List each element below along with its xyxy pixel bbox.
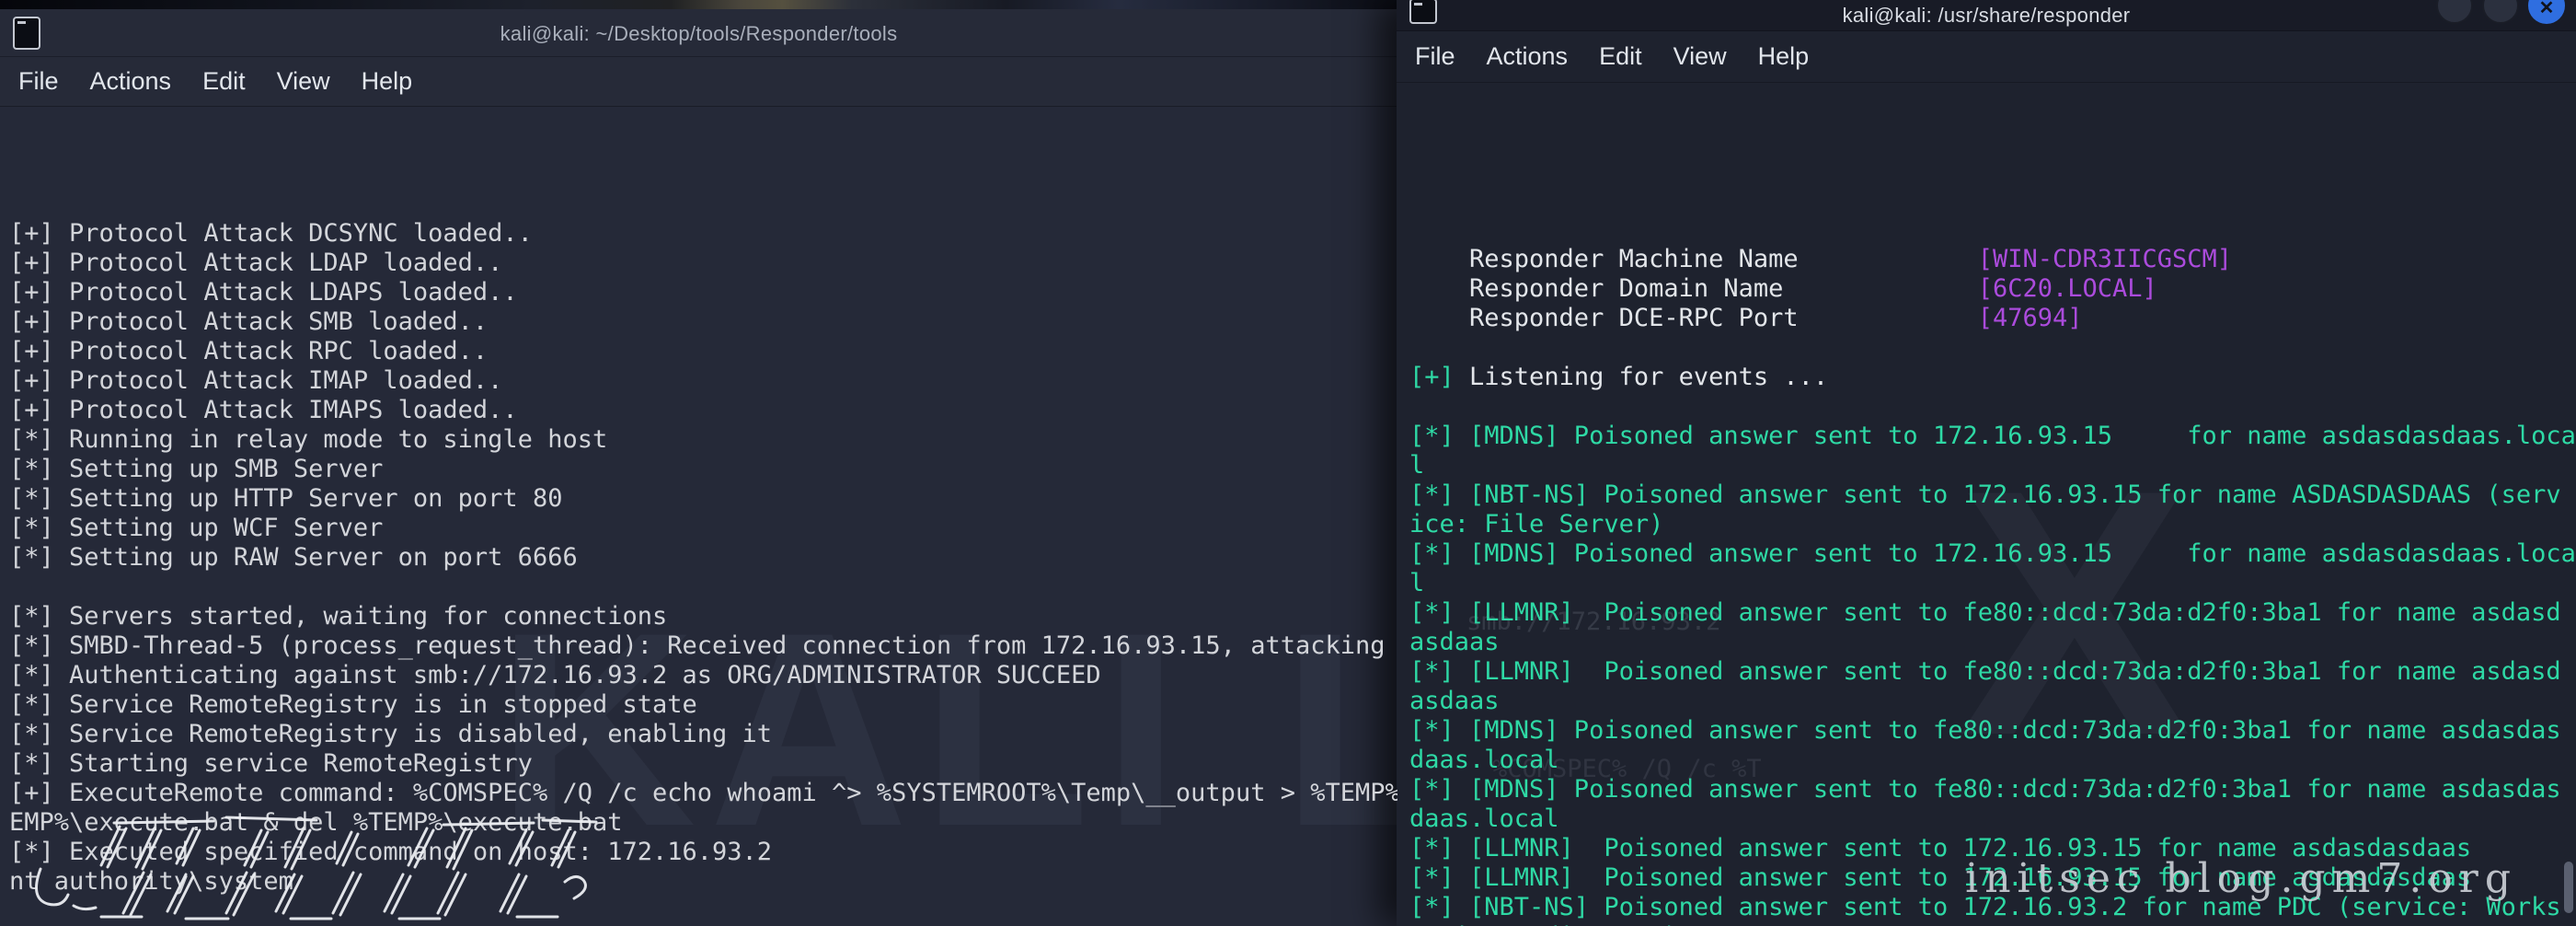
terminal-window-right: kali@kali: /usr/share/responder File Act… xyxy=(1397,0,2576,926)
terminal-line: [*] Running in relay mode to single host xyxy=(9,425,1397,455)
window-buttons xyxy=(2436,0,2565,24)
terminal-line: tation/Redirector) xyxy=(1409,922,2576,926)
terminal-icon[interactable] xyxy=(1409,0,1437,24)
terminal-line xyxy=(1409,392,2576,422)
terminal-line xyxy=(9,573,1397,602)
terminal-line: [*] [MDNS] Poisoned answer sent to fe80:… xyxy=(1409,716,2576,746)
menu-actions[interactable]: Actions xyxy=(1487,42,1569,71)
terminal-line: [*] Setting up RAW Server on port 6666 xyxy=(9,543,1397,573)
terminal-line: [*] SMBD-Thread-5 (process_request_threa… xyxy=(9,631,1397,661)
terminal-line: [+] Protocol Attack IMAPS loaded.. xyxy=(9,396,1397,425)
terminal-window-left: kali@kali: ~/Desktop/tools/Responder/too… xyxy=(0,9,1397,926)
terminal-line: [*] Starting service RemoteRegistry xyxy=(9,749,1397,779)
menu-edit[interactable]: Edit xyxy=(1599,42,1642,71)
scrollbar-track xyxy=(2563,0,2574,926)
terminal-line: asdaas xyxy=(1409,628,2576,657)
menu-edit[interactable]: Edit xyxy=(202,67,246,96)
terminal-line: [+] Protocol Attack SMB loaded.. xyxy=(9,307,1397,337)
terminal-line: [+] Protocol Attack LDAP loaded.. xyxy=(9,249,1397,278)
menu-help[interactable]: Help xyxy=(1758,42,1810,71)
left-terminal-output[interactable]: KALI LI [+] Protocol Attack DCSYNC loade… xyxy=(0,107,1397,925)
left-titlebar[interactable]: kali@kali: ~/Desktop/tools/Responder/too… xyxy=(0,9,1397,57)
terminal-line: [*] Setting up HTTP Server on port 80 xyxy=(9,484,1397,514)
terminal-line: [*] Service RemoteRegistry is in stopped… xyxy=(9,690,1397,720)
terminal-line: Responder DCE-RPC Port [47694] xyxy=(1409,304,2576,333)
terminal-line: [*] Servers started, waiting for connect… xyxy=(9,602,1397,631)
terminal-line: [+] Protocol Attack IMAP loaded.. xyxy=(9,366,1397,396)
menu-actions[interactable]: Actions xyxy=(90,67,172,96)
blog-watermark: initsec blog.gm7.org xyxy=(1965,855,2517,902)
terminal-line: asdaas xyxy=(1409,687,2576,716)
terminal-line: [+] Protocol Attack RPC loaded.. xyxy=(9,337,1397,366)
terminal-icon[interactable] xyxy=(13,17,40,50)
terminal-line: Responder Machine Name [WIN-CDR3IICGSCM] xyxy=(1409,245,2576,274)
terminal-line: daas.local xyxy=(1409,804,2576,834)
scrollbar-thumb[interactable] xyxy=(2564,862,2573,913)
menu-view[interactable]: View xyxy=(1673,42,1727,71)
signature-scribble-watermark xyxy=(13,810,638,924)
menu-file[interactable]: File xyxy=(18,67,59,96)
terminal-line: [+] Listening for events ... xyxy=(1409,363,2576,392)
terminal-line: [*] [LLMNR] Poisoned answer sent to fe80… xyxy=(1409,598,2576,628)
terminal-line: [+] Protocol Attack DCSYNC loaded.. xyxy=(9,219,1397,249)
terminal-line: ice: File Server) xyxy=(1409,510,2576,539)
right-titlebar[interactable]: kali@kali: /usr/share/responder xyxy=(1397,0,2576,31)
desktop: { "colors": { "terminal_green": "#2ed9a5… xyxy=(0,0,2576,926)
right-menubar: File Actions Edit View Help xyxy=(1397,31,2576,83)
left-menubar: File Actions Edit View Help xyxy=(0,57,1397,107)
right-terminal-output[interactable]: X smb://172.16.93.2 %COMSPEC% /Q /c %T R… xyxy=(1397,83,2576,926)
minimize-button[interactable] xyxy=(2436,0,2473,24)
terminal-line: daas.local xyxy=(1409,746,2576,775)
maximize-button[interactable] xyxy=(2482,0,2519,24)
terminal-line: [*] [MDNS] Poisoned answer sent to fe80:… xyxy=(1409,775,2576,804)
terminal-line: [+] Protocol Attack LDAPS loaded.. xyxy=(9,278,1397,307)
terminal-line: [+] ExecuteRemote command: %COMSPEC% /Q … xyxy=(9,779,1397,808)
terminal-line: [*] [MDNS] Poisoned answer sent to 172.1… xyxy=(1409,422,2576,451)
menu-file[interactable]: File xyxy=(1415,42,1455,71)
menu-help[interactable]: Help xyxy=(362,67,413,96)
right-window-title: kali@kali: /usr/share/responder xyxy=(1397,4,2576,28)
terminal-line: [*] Setting up WCF Server xyxy=(9,514,1397,543)
terminal-line: [*] Service RemoteRegistry is disabled, … xyxy=(9,720,1397,749)
terminal-line: l xyxy=(1409,569,2576,598)
left-window-title: kali@kali: ~/Desktop/tools/Responder/too… xyxy=(0,22,1397,46)
terminal-line xyxy=(1409,333,2576,363)
close-button[interactable] xyxy=(2528,0,2565,24)
menu-view[interactable]: View xyxy=(277,67,330,96)
terminal-line: [*] [MDNS] Poisoned answer sent to 172.1… xyxy=(1409,539,2576,569)
terminal-line: [*] Authenticating against smb://172.16.… xyxy=(9,661,1397,690)
terminal-line: [*] [LLMNR] Poisoned answer sent to fe80… xyxy=(1409,657,2576,687)
terminal-line: [*] Setting up SMB Server xyxy=(9,455,1397,484)
terminal-line: l xyxy=(1409,451,2576,480)
terminal-line: Responder Domain Name [6C20.LOCAL] xyxy=(1409,274,2576,304)
terminal-line: [*] [NBT-NS] Poisoned answer sent to 172… xyxy=(1409,480,2576,510)
